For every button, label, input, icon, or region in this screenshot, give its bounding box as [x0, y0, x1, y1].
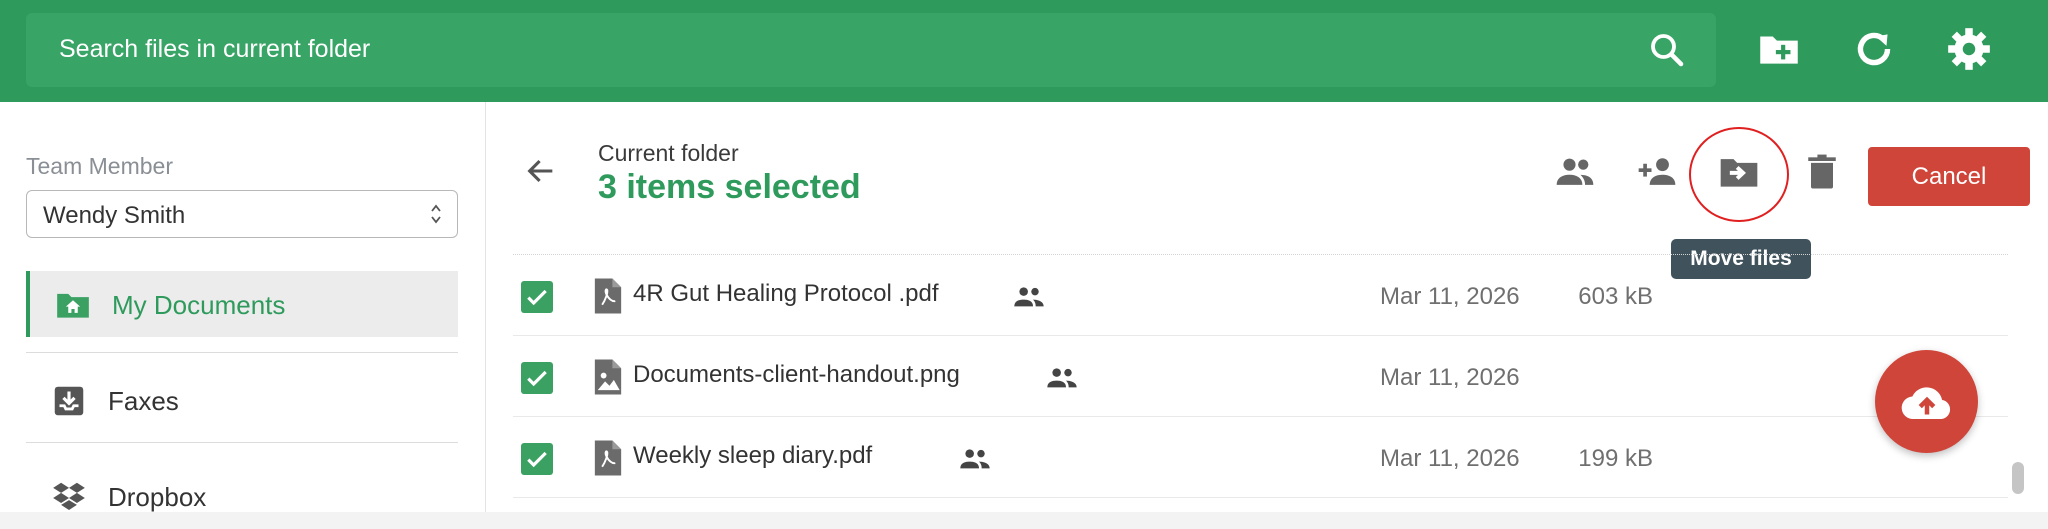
file-date: Mar 11, 2026 — [1380, 445, 1520, 472]
shared-people-icon — [960, 449, 990, 469]
search-placeholder: Search files in current folder — [59, 35, 371, 63]
pdf-file-icon — [594, 278, 622, 314]
trash-icon[interactable] — [1800, 150, 1844, 194]
cloud-upload-icon — [1901, 387, 1951, 420]
file-name[interactable]: 4R Gut Healing Protocol .pdf — [633, 280, 939, 308]
file-name[interactable]: Documents-client-handout.png — [633, 361, 960, 389]
team-member-value: Wendy Smith — [43, 202, 186, 229]
add-person-icon[interactable] — [1635, 150, 1679, 194]
home-folder-icon — [57, 293, 89, 318]
row-checkbox[interactable] — [521, 362, 553, 394]
file-date: Mar 11, 2026 — [1380, 364, 1520, 391]
shared-people-icon — [1014, 287, 1044, 307]
new-folder-icon[interactable] — [1754, 24, 1804, 74]
divider — [26, 352, 458, 353]
check-icon — [527, 370, 547, 387]
selected-count: 3 items selected — [598, 168, 861, 206]
check-icon — [527, 289, 547, 306]
shared-people-icon — [1047, 368, 1077, 388]
settings-icon[interactable] — [1944, 24, 1994, 74]
file-size: 603 kB — [1578, 283, 1653, 310]
pdf-file-icon — [594, 440, 622, 476]
scrollbar[interactable] — [2012, 462, 2024, 494]
select-arrows-icon — [431, 204, 441, 224]
sidebar-item-label: My Documents — [112, 290, 286, 320]
current-folder-label: Current folder — [598, 140, 739, 166]
back-arrow-icon[interactable] — [524, 154, 558, 188]
file-row[interactable]: Weekly sleep diary.pdf Mar 11, 2026 199 … — [513, 417, 2008, 498]
window-bottom-edge — [0, 512, 2048, 522]
sidebar-item-my-documents[interactable]: My Documents — [26, 271, 458, 337]
top-bar: Search files in current folder — [0, 0, 2048, 102]
refresh-icon[interactable] — [1849, 24, 1899, 74]
move-files-highlight — [1689, 127, 1789, 222]
inbox-download-icon — [54, 386, 84, 416]
page-body: Team Member Wendy Smith My Documents Fax… — [0, 102, 2048, 512]
cancel-button[interactable]: Cancel — [1868, 147, 2030, 206]
upload-fab-button[interactable] — [1875, 350, 1978, 453]
divider — [26, 442, 458, 443]
main-content: Current folder 3 items selected Cancel M… — [487, 102, 2048, 512]
file-name[interactable]: Weekly sleep diary.pdf — [633, 442, 872, 470]
sidebar: Team Member Wendy Smith My Documents Fax… — [0, 102, 486, 512]
sidebar-item-label: Dropbox — [108, 482, 207, 512]
dropbox-icon — [53, 482, 85, 510]
file-row[interactable]: Documents-client-handout.png Mar 11, 202… — [513, 336, 2008, 417]
check-icon — [527, 451, 547, 468]
file-size: 199 kB — [1578, 445, 1653, 472]
sidebar-item-label: Faxes — [108, 386, 179, 416]
share-icon[interactable] — [1553, 150, 1597, 194]
row-checkbox[interactable] — [521, 443, 553, 475]
row-checkbox[interactable] — [521, 281, 553, 313]
file-row[interactable]: 4R Gut Healing Protocol .pdf Mar 11, 202… — [513, 255, 2008, 336]
sidebar-item-faxes[interactable]: Faxes — [26, 367, 458, 433]
file-date: Mar 11, 2026 — [1380, 283, 1520, 310]
team-member-select[interactable]: Wendy Smith — [26, 190, 458, 238]
team-member-label: Team Member — [26, 153, 173, 179]
search-input[interactable]: Search files in current folder — [26, 13, 1716, 87]
image-file-icon — [594, 359, 622, 395]
search-icon[interactable] — [1646, 29, 1688, 71]
